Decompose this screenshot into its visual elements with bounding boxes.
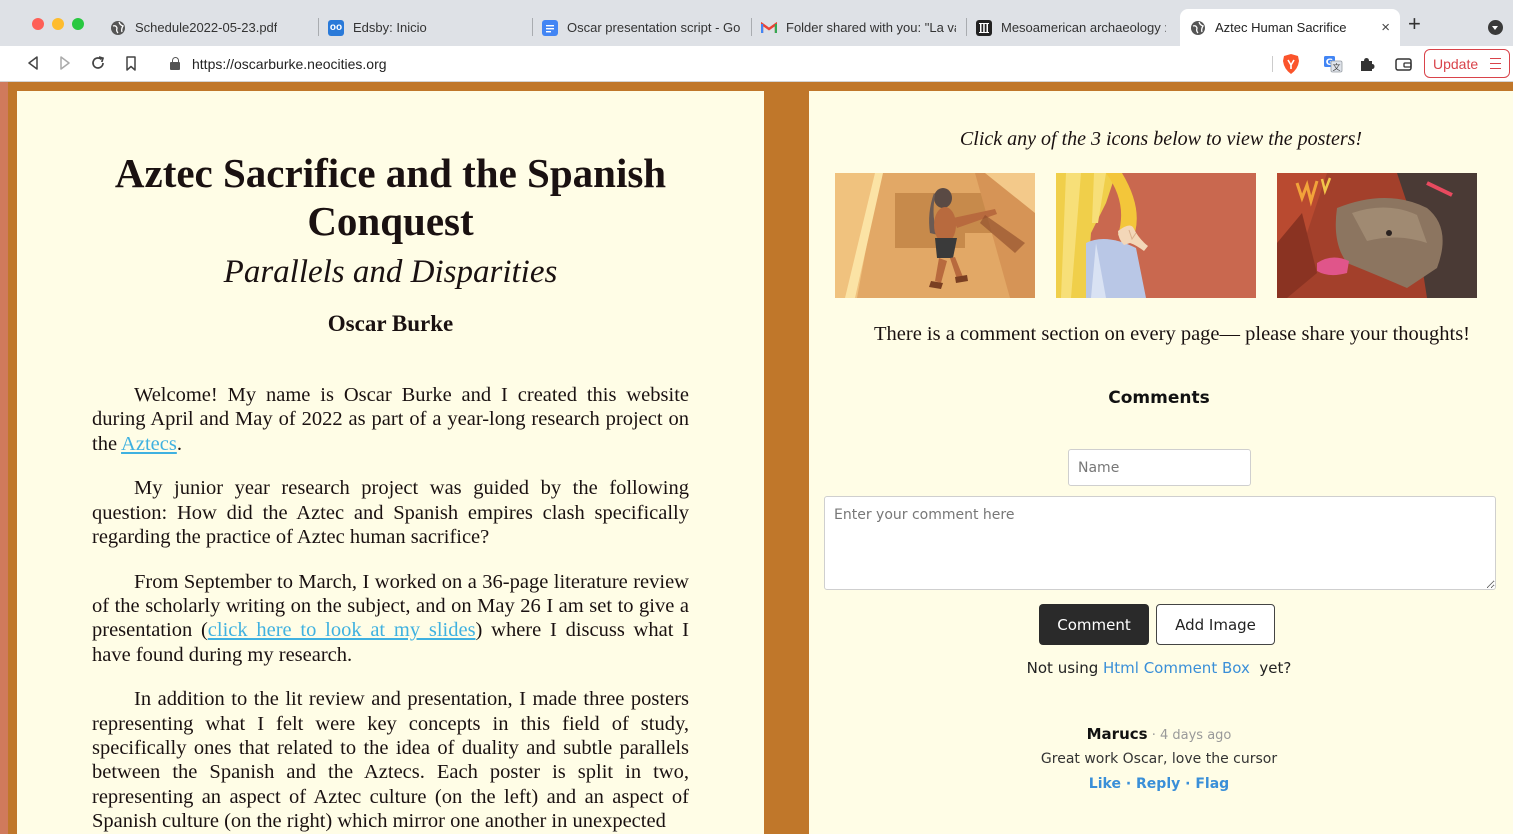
tab-mesoamerican-archaeology[interactable]: Mesoamerican archaeology : t: [966, 9, 1176, 46]
comment-header: Marucs · 4 days ago: [809, 724, 1509, 743]
html-comment-box-link[interactable]: Html Comment Box: [1103, 659, 1250, 677]
maximize-window-button[interactable]: [72, 18, 84, 30]
edsby-icon: oo: [328, 19, 344, 36]
name-input[interactable]: [1068, 449, 1251, 486]
poster-3-thumbnail[interactable]: [1277, 173, 1477, 298]
poster-2-thumbnail[interactable]: [1056, 173, 1256, 298]
new-tab-button[interactable]: +: [1408, 13, 1421, 35]
posters-comments-panel: Click any of the 3 icons below to view t…: [809, 91, 1513, 834]
page-edge: [0, 82, 8, 834]
comment-notice: There is a comment section on every page…: [874, 323, 1471, 345]
page-title: Aztec Sacrifice and the Spanish Conquest: [114, 150, 667, 244]
tab-edsby[interactable]: oo Edsby: Inicio: [318, 9, 528, 46]
url-text: https://oscarburke.neocities.org: [192, 56, 387, 72]
gmail-icon: [761, 20, 777, 36]
paragraph-posters: In addition to the lit review and presen…: [92, 688, 689, 832]
minimize-window-button[interactable]: [52, 18, 64, 30]
extensions-puzzle-icon[interactable]: [1357, 54, 1377, 74]
poster-hint: Click any of the 3 icons below to view t…: [959, 128, 1363, 150]
comment-actions: Like · Reply · Flag: [809, 776, 1509, 792]
tab-gmail-folder[interactable]: Folder shared with you: "La va: [751, 9, 966, 46]
poster-1-thumbnail[interactable]: [835, 173, 1035, 298]
flag-link[interactable]: Flag: [1195, 776, 1229, 792]
paragraph-welcome: Welcome! My name is Oscar Burke and I cr…: [92, 384, 689, 455]
address-bar[interactable]: https://oscarburke.neocities.org: [160, 50, 1280, 78]
comment-textarea[interactable]: [824, 496, 1496, 590]
forward-icon[interactable]: [54, 52, 76, 74]
action-separator: ·: [1120, 776, 1137, 792]
browser-toolbar: https://oscarburke.neocities.org G文 Upda…: [0, 46, 1513, 82]
wallet-icon[interactable]: [1393, 54, 1413, 74]
reply-link[interactable]: Reply: [1136, 776, 1180, 792]
menu-icon: [1490, 58, 1501, 69]
svg-text:文: 文: [1333, 62, 1341, 72]
intro-panel: Aztec Sacrifice and the Spanish Conquest…: [17, 91, 764, 834]
update-button[interactable]: Update: [1424, 49, 1510, 78]
docs-icon: [542, 19, 558, 36]
close-window-button[interactable]: [32, 18, 44, 30]
comment-item: Marucs · 4 days ago Great work Oscar, lo…: [809, 724, 1509, 792]
tab-aztec-human-sacrifice[interactable]: Aztec Human Sacrifice ×: [1180, 9, 1400, 46]
tab-schedule-pdf[interactable]: Schedule2022-05-23.pdf: [100, 9, 310, 46]
aztecs-link[interactable]: Aztecs: [121, 433, 177, 455]
intro-text: Welcome! My name is Oscar Burke and I cr…: [92, 383, 689, 834]
comment-author: Marucs: [1086, 725, 1148, 743]
comment-timestamp: · 4 days ago: [1147, 728, 1232, 743]
lock-icon: [170, 57, 180, 70]
comments-heading: Comments: [1108, 388, 1210, 408]
add-image-button[interactable]: Add Image: [1156, 604, 1275, 645]
comment-body: Great work Oscar, love the cursor: [1040, 751, 1278, 767]
tab-bar: Schedule2022-05-23.pdf oo Edsby: Inicio …: [0, 0, 1513, 46]
bookmark-icon[interactable]: [120, 52, 142, 74]
close-tab-icon[interactable]: ×: [1373, 19, 1390, 36]
paragraph-research-question: My junior year research project was guid…: [92, 477, 689, 548]
back-icon[interactable]: [22, 52, 44, 74]
powered-by-notice: Not using Html Comment Box yet?: [1026, 659, 1292, 677]
author-name: Oscar Burke: [327, 311, 454, 336]
translate-icon[interactable]: G文: [1323, 54, 1343, 74]
comment-button[interactable]: Comment: [1039, 604, 1149, 645]
slides-link[interactable]: click here to look at my slides: [208, 619, 476, 641]
toolbar-separator: [1272, 56, 1273, 72]
reload-icon[interactable]: [87, 52, 109, 74]
paragraph-lit-review: From September to March, I worked on a 3…: [92, 570, 689, 666]
like-link[interactable]: Like: [1089, 776, 1121, 792]
brave-shields-icon[interactable]: [1281, 53, 1301, 75]
globe-icon: [110, 20, 126, 36]
tab-search-menu-icon[interactable]: [1488, 20, 1503, 35]
tab-presentation-script[interactable]: Oscar presentation script - Go: [532, 9, 750, 46]
museum-icon: [976, 19, 992, 36]
action-separator: ·: [1180, 776, 1196, 792]
globe-icon: [1190, 20, 1206, 36]
page-subtitle: Parallels and Disparities: [223, 254, 558, 290]
